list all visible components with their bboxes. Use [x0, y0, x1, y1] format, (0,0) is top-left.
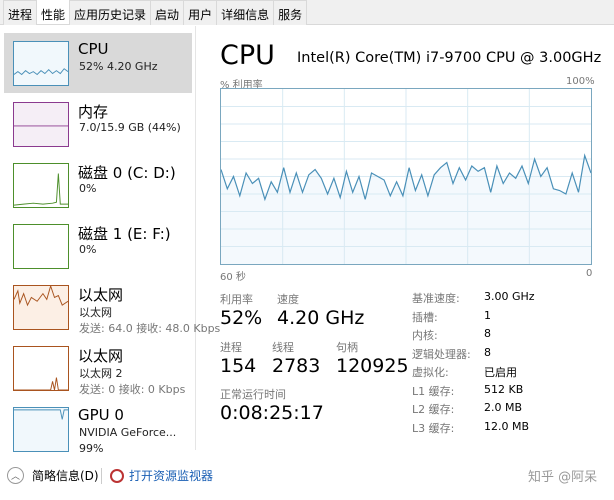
- sidebar-thumbnail-graph: [13, 285, 69, 330]
- sidebar-item-title: 以太网: [78, 286, 124, 304]
- uptime-value: 0:08:25:17: [220, 402, 324, 424]
- utilization-label: 利用率: [220, 293, 253, 306]
- speed-label: 速度: [277, 293, 299, 306]
- collapse-button[interactable]: ︿ 简略信息(D): [7, 467, 99, 484]
- sidebar: CPU 52% 4.20 GHz 内存 7.0/15.9 GB (44%) 磁盘 0 (…: [0, 26, 220, 455]
- utilization-value: 52%: [220, 307, 263, 329]
- spec-value: 8: [484, 327, 491, 340]
- sidebar-item-detail: 7.0/15.9 GB (44%): [79, 121, 181, 134]
- spec-label: 虚拟化:: [412, 366, 449, 379]
- cpu-utilization-chart: [220, 88, 592, 265]
- spec-label: 内核:: [412, 329, 438, 342]
- sidebar-thumbnail-graph: [13, 224, 69, 269]
- sidebar-thumbnail-graph: [13, 407, 69, 452]
- max-label: 100%: [566, 76, 595, 87]
- sidebar-item-0[interactable]: CPU 52% 4.20 GHz: [4, 33, 192, 93]
- sidebar-item-4[interactable]: 以太网 以太网 发送: 64.0 接收: 48.0 Kbps: [4, 277, 220, 337]
- sidebar-item-6[interactable]: GPU 0 NVIDIA GeForce... 99%: [4, 399, 192, 459]
- sidebar-item-title: 磁盘 0 (C: D:): [78, 164, 176, 182]
- tab-2[interactable]: 应用历史记录: [69, 0, 152, 25]
- spec-value: 12.0 MB: [484, 419, 530, 433]
- tab-5[interactable]: 详细信息: [216, 0, 275, 25]
- spec-value: 3.00 GHz: [484, 290, 535, 303]
- footer: ︿ 简略信息(D) 打开资源监视器 知乎 @阿呆: [0, 462, 614, 492]
- spec-value: 8: [484, 345, 491, 359]
- collapse-label: 简略信息(D): [32, 469, 99, 483]
- spec-value: 2.0 MB: [484, 401, 523, 414]
- time-label: 60 秒: [220, 272, 246, 283]
- uptime-label: 正常运行时间: [220, 388, 286, 401]
- sidebar-item-title: 内存: [78, 103, 109, 121]
- spec-label: 插槽:: [412, 310, 438, 324]
- sidebar-thumbnail-graph: [13, 102, 69, 147]
- sidebar-item-detail-2: 发送: 0 接收: 0 Kbps: [79, 383, 186, 396]
- tab-0[interactable]: 进程: [3, 0, 38, 25]
- sidebar-item-2[interactable]: 磁盘 0 (C: D:) 0%: [4, 155, 192, 215]
- sidebar-item-detail-2: 发送: 64.0 接收: 48.0 Kbps: [79, 322, 221, 335]
- tab-1[interactable]: 性能: [36, 0, 71, 24]
- spec-label: L3 缓存:: [412, 421, 455, 435]
- divider: [101, 468, 102, 484]
- threads-value: 2783: [272, 355, 321, 377]
- tab-3[interactable]: 启动: [150, 0, 185, 25]
- sidebar-thumbnail-graph: [13, 41, 69, 86]
- chevron-up-icon: ︿: [7, 467, 24, 484]
- sidebar-item-3[interactable]: 磁盘 1 (E: F:) 0%: [4, 216, 192, 276]
- page-title: CPU: [220, 40, 275, 71]
- sidebar-item-title: 以太网: [78, 347, 124, 365]
- sidebar-item-detail: NVIDIA GeForce...: [79, 426, 177, 439]
- min-label: 0: [586, 268, 593, 279]
- handles-label: 句柄: [336, 341, 358, 354]
- cpu-model: Intel(R) Core(TM) i7-9700 CPU @ 3.00GHz: [297, 50, 602, 66]
- sidebar-item-detail: 0%: [79, 182, 97, 195]
- spec-label: L1 缓存:: [412, 384, 455, 398]
- sidebar-item-detail: 以太网 2: [79, 367, 123, 380]
- tab-6[interactable]: 服务: [273, 0, 308, 25]
- handles-value: 120925: [336, 355, 409, 377]
- resource-monitor-label: 打开资源监视器: [129, 469, 214, 483]
- tab-4[interactable]: 用户: [183, 0, 218, 25]
- spec-label: L2 缓存:: [412, 403, 455, 416]
- resource-monitor-icon: [110, 468, 124, 483]
- sidebar-item-5[interactable]: 以太网以太网 2 发送: 0 接收: 0 Kbps: [4, 338, 192, 398]
- spec-label: 逻辑处理器:: [412, 347, 471, 361]
- spec-label: 基准速度:: [412, 292, 460, 305]
- spec-value: 已启用: [484, 366, 517, 379]
- resource-monitor-link[interactable]: 打开资源监视器: [110, 467, 213, 484]
- spec-value: 1: [484, 308, 491, 322]
- sidebar-item-detail-2: 99%: [79, 442, 104, 455]
- sidebar-item-detail: 以太网: [79, 306, 112, 319]
- sidebar-item-title: CPU: [78, 40, 109, 58]
- sidebar-thumbnail-graph: [13, 163, 69, 208]
- tab-bar: 进程 性能 应用历史记录 启动 用户 详细信息 服务: [0, 0, 614, 25]
- processes-label: 进程: [220, 341, 242, 354]
- sidebar-item-title: 磁盘 1 (E: F:): [78, 225, 171, 243]
- processes-value: 154: [220, 355, 257, 377]
- sidebar-item-title: GPU 0: [78, 406, 124, 424]
- sidebar-item-detail: 0%: [79, 243, 97, 256]
- spec-value: 512 KB: [484, 382, 524, 396]
- sidebar-item-1[interactable]: 内存 7.0/15.9 GB (44%): [4, 94, 192, 154]
- sidebar-item-detail: 52% 4.20 GHz: [79, 60, 158, 73]
- threads-label: 线程: [272, 341, 294, 354]
- sidebar-thumbnail-graph: [13, 346, 69, 391]
- watermark: 知乎 @阿呆: [528, 470, 598, 485]
- speed-value: 4.20 GHz: [277, 307, 365, 329]
